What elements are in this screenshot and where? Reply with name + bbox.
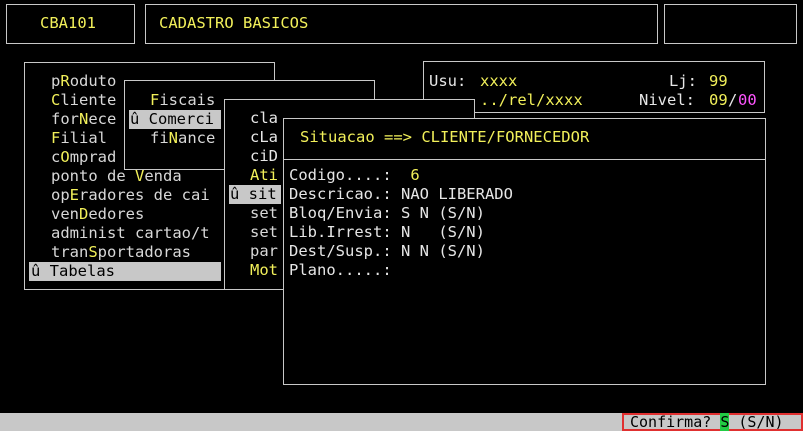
field-value-codigo[interactable]: 6 [392, 166, 419, 184]
store-label: Lj: [669, 72, 697, 90]
field-value-bloq-envia[interactable]: S N (S/N) [392, 204, 485, 222]
path-value: ../rel/xxxx [480, 91, 583, 109]
level-separator: / [728, 91, 738, 109]
header-right-box [664, 4, 797, 44]
field-label-plano: Plano.....: [289, 261, 392, 279]
form-row-plano: Plano.....: [289, 261, 392, 280]
main-menu-item-vendedores[interactable]: venDedores [51, 205, 144, 224]
sub-menu-item-financeiro[interactable]: fiNance [150, 129, 215, 148]
form-row-bloq-envia: Bloq/Envia: S N (S/N) [289, 204, 485, 223]
main-menu-item-comprador[interactable]: cOmprad [51, 148, 116, 167]
main-menu-item-produto[interactable]: pRoduto [51, 72, 116, 91]
user-value: xxxx [480, 72, 518, 90]
program-code-box: CBA101 [6, 4, 135, 44]
sub-menu-2-item-2[interactable]: cLa [250, 128, 278, 147]
confirm-options: (S/N) [738, 413, 784, 431]
screen-title-box: CADASTRO BASICOS [145, 4, 658, 44]
main-menu-item-transportadoras[interactable]: tranSportadoras [51, 243, 191, 262]
sub-menu-2-item-4[interactable]: Ati [250, 166, 278, 185]
field-value-lib-irrest[interactable]: N (S/N) [392, 223, 485, 241]
main-menu-item-cliente[interactable]: Cliente [51, 91, 116, 110]
sub-menu-selected-row[interactable]: û Comerci [129, 110, 221, 129]
main-menu-item-operadores[interactable]: opEradores de cai [51, 186, 210, 205]
level-label: Nivel: [639, 91, 695, 109]
main-menu-item-filial[interactable]: Filial [51, 129, 107, 148]
form-row-descricao: Descricao.: NAO LIBERADO [289, 185, 513, 204]
program-code: CBA101 [40, 14, 96, 32]
form-row-dest-susp: Dest/Susp.: N N (S/N) [289, 242, 485, 261]
main-menu-item-fornecedor[interactable]: forNece [51, 110, 116, 129]
user-label: Usu: [429, 72, 467, 90]
field-label-bloq-envia: Bloq/Envia: [289, 204, 392, 222]
field-value-descricao[interactable]: NAO LIBERADO [392, 185, 513, 203]
confirm-prompt[interactable]: Confirma? S (S/N) [622, 413, 803, 431]
sub-menu-2-item-9[interactable]: Mot [250, 261, 278, 280]
field-label-codigo: Codigo....: [289, 166, 392, 184]
screen-title: CADASTRO BASICOS [159, 14, 309, 32]
sub-menu-item-comercial: û Comerci [130, 110, 214, 128]
field-value-dest-susp[interactable]: N N (S/N) [392, 242, 485, 260]
main-menu-item-administ-cartao[interactable]: administ cartao/t [51, 224, 210, 243]
sub-menu-item-fiscais[interactable]: Fiscais [150, 91, 215, 110]
confirm-label: Confirma? [630, 413, 712, 431]
form-title-bar: Situacao ==> CLIENTE/FORNECEDOR [284, 119, 765, 160]
main-menu-selected-row[interactable]: û Tabelas [29, 262, 221, 281]
situacao-form-window: Situacao ==> CLIENTE/FORNECEDOR Codigo..… [283, 118, 766, 385]
store-value: 99 [709, 72, 728, 90]
level-value: 09 [709, 91, 728, 109]
sub-menu-2-item-6[interactable]: set [250, 204, 278, 223]
form-row-codigo: Codigo....: 6 [289, 166, 420, 185]
sub-menu-2-item-3[interactable]: ciD [250, 147, 278, 166]
confirm-input[interactable]: S [720, 413, 730, 431]
field-label-lib-irrest: Lib.Irrest: [289, 223, 392, 241]
form-title: Situacao ==> CLIENTE/FORNECEDOR [300, 128, 590, 146]
form-row-lib-irrest: Lib.Irrest: N (S/N) [289, 223, 485, 242]
level-max: 00 [738, 91, 757, 109]
sub-menu-2-item-7[interactable]: set [250, 223, 278, 242]
sub-menu-2-item-situacao: û sit [230, 185, 277, 203]
sub-menu-2-item-1[interactable]: cla [250, 109, 278, 128]
main-menu-item-tabelas: û Tabelas [31, 262, 115, 280]
field-label-descricao: Descricao.: [289, 185, 392, 203]
sub-menu-2-selected-row[interactable]: û sit [229, 185, 281, 204]
field-label-dest-susp: Dest/Susp.: [289, 242, 392, 260]
sub-menu-2-item-8[interactable]: par [250, 242, 278, 261]
